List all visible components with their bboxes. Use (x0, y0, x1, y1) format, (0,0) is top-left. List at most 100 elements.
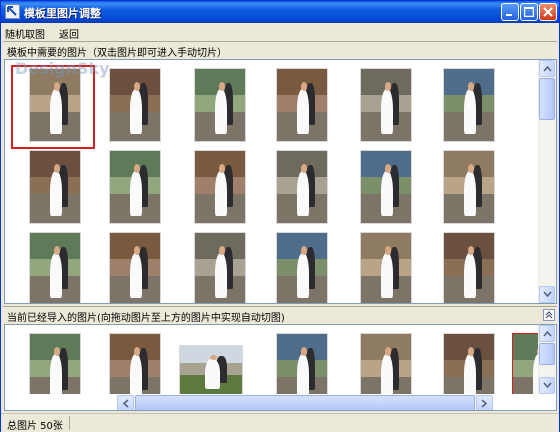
image-thumbnail[interactable] (194, 232, 246, 303)
collapse-panel-button[interactable] (543, 309, 555, 321)
thumbnail-bride (464, 253, 476, 298)
thumbnail-head (468, 81, 474, 91)
thumbnail-head (468, 245, 474, 255)
maximize-icon (524, 7, 534, 17)
thumbnail-bride (381, 89, 393, 134)
menu-bar: 随机取图 返回 (1, 23, 559, 41)
thumbnail-head (301, 163, 307, 173)
thumbnail-head (54, 245, 60, 255)
chevron-up-icon (543, 65, 552, 72)
thumbnail-bride (50, 354, 62, 394)
menu-back[interactable]: 返回 (59, 26, 79, 41)
scroll-down-button[interactable] (539, 286, 555, 303)
imported-image-strip (5, 325, 539, 394)
image-thumbnail[interactable] (109, 333, 161, 394)
image-thumbnail[interactable] (194, 68, 246, 142)
thumbnail-bride (464, 354, 476, 394)
image-thumbnail[interactable] (360, 68, 412, 142)
menu-random-pick[interactable]: 随机取图 (5, 26, 45, 41)
thumbnail-bride (215, 89, 227, 134)
template-vertical-scrollbar[interactable] (538, 60, 556, 303)
image-thumbnail[interactable] (29, 232, 81, 303)
thumbnail-head (54, 346, 60, 356)
maximize-button[interactable] (520, 3, 538, 21)
close-button[interactable] (539, 3, 557, 21)
thumbnail-bride (297, 253, 309, 298)
image-thumbnail[interactable] (360, 333, 412, 394)
thumbnail-bride (130, 253, 142, 298)
thumbnail-bride (297, 171, 309, 216)
title-bar[interactable]: 模板里图片调整 (1, 1, 559, 23)
thumbnail-bride (50, 253, 62, 298)
image-thumbnail[interactable] (512, 333, 539, 394)
thumbnail-head (468, 346, 474, 356)
image-thumbnail[interactable] (29, 333, 81, 394)
chevron-down-icon (543, 291, 552, 298)
image-thumbnail[interactable] (109, 150, 161, 224)
thumbnail-bride (381, 253, 393, 298)
scroll-down-button[interactable] (539, 377, 555, 394)
thumbnail-head (134, 245, 140, 255)
image-thumbnail[interactable] (443, 232, 495, 303)
thumbnail-bride (130, 171, 142, 216)
image-thumbnail[interactable] (443, 150, 495, 224)
thumbnail-head (219, 81, 225, 91)
thumbnail-bride (215, 171, 227, 216)
chevron-right-icon (481, 399, 488, 408)
thumbnail-head (385, 245, 391, 255)
image-thumbnail[interactable] (360, 150, 412, 224)
thumbnail-bride (130, 354, 142, 394)
scroll-left-button[interactable] (117, 395, 134, 410)
image-count-status: 总图片 50张 (7, 421, 63, 432)
minimize-button[interactable] (501, 3, 519, 21)
image-thumbnail[interactable] (276, 333, 328, 394)
horizontal-scroll-thumb[interactable] (135, 395, 475, 410)
image-thumbnail[interactable] (276, 150, 328, 224)
scroll-thumb[interactable] (539, 78, 555, 120)
status-bar: 总图片 50张 (1, 413, 559, 432)
thumbnail-head (301, 245, 307, 255)
imported-images-panel (4, 324, 557, 411)
thumbnail-bride (130, 89, 142, 134)
minimize-icon (506, 14, 512, 16)
thumbnail-bride (50, 171, 62, 216)
thumbnail-bride (464, 171, 476, 216)
scroll-up-button[interactable] (539, 60, 555, 77)
template-images-panel (4, 59, 557, 304)
scroll-right-button[interactable] (476, 395, 493, 410)
thumbnail-head (219, 245, 225, 255)
thumbnail-bride (297, 89, 309, 134)
thumbnail-head (134, 346, 140, 356)
image-thumbnail[interactable] (179, 345, 243, 394)
image-thumbnail[interactable] (109, 68, 161, 142)
thumbnail-bride (464, 89, 476, 134)
imported-horizontal-scrollbar[interactable] (117, 395, 493, 410)
selected-image-highlight (11, 65, 95, 149)
thumbnail-head (385, 163, 391, 173)
image-thumbnail[interactable] (29, 150, 81, 224)
image-thumbnail[interactable] (276, 232, 328, 303)
double-chevron-up-icon (545, 311, 553, 319)
chevron-left-icon (122, 399, 129, 408)
chevron-up-icon (543, 330, 552, 337)
thumbnail-bride (381, 354, 393, 394)
thumbnail-bride (215, 253, 227, 298)
image-thumbnail[interactable] (276, 68, 328, 142)
thumbnail-bride (297, 354, 309, 394)
image-thumbnail[interactable] (443, 68, 495, 142)
image-thumbnail[interactable] (360, 232, 412, 303)
bottom-panel-label: 当前已经导入的图片(向拖动图片至上方的图片中实现自动切图) (7, 313, 285, 324)
image-thumbnail[interactable] (194, 150, 246, 224)
thumbnail-head (468, 163, 474, 173)
thumbnail-head (385, 81, 391, 91)
divider (3, 41, 557, 42)
template-image-grid (5, 60, 539, 303)
imported-vertical-scrollbar[interactable] (538, 325, 556, 394)
scroll-up-button[interactable] (539, 325, 555, 342)
close-icon (543, 7, 553, 17)
image-thumbnail[interactable] (443, 333, 495, 394)
arrow-app-icon (5, 4, 20, 19)
scroll-thumb[interactable] (539, 343, 555, 365)
image-thumbnail[interactable] (109, 232, 161, 303)
status-divider (69, 416, 70, 430)
